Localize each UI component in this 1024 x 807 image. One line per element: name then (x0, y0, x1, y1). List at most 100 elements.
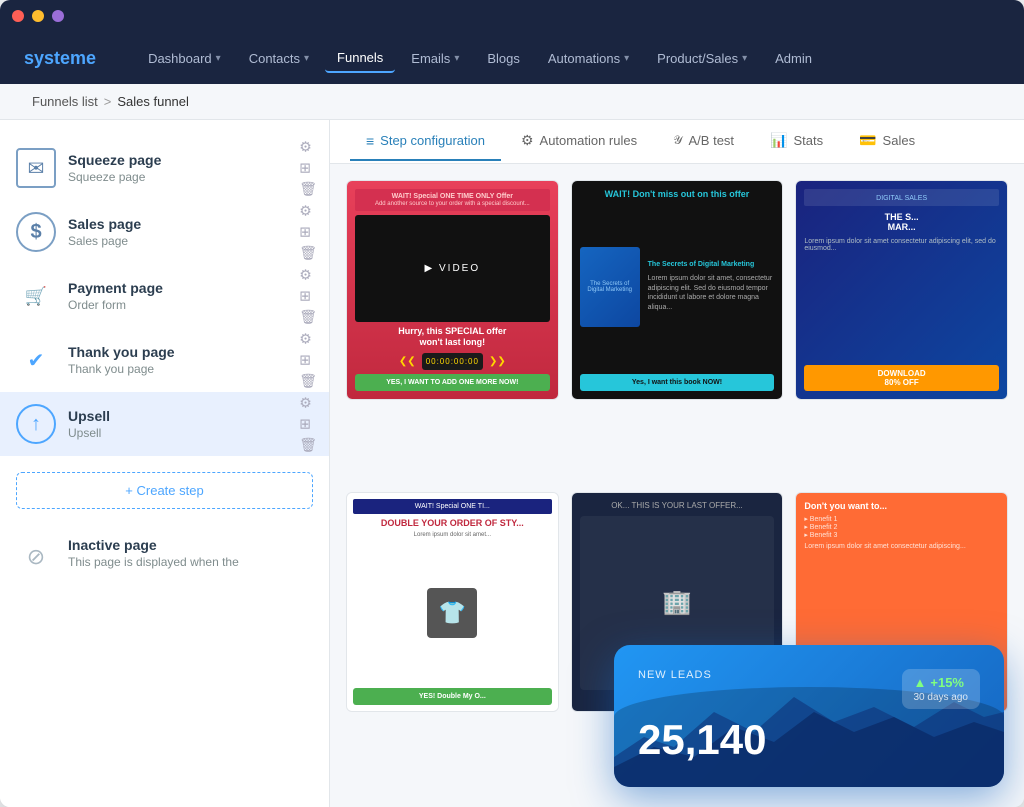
upsell-arrow-icon: ↑ (16, 404, 56, 444)
tmpl4-headline: DOUBLE YOUR ORDER OF STY... (353, 518, 552, 528)
trash-icon[interactable]: 🗑 (299, 373, 317, 390)
envelope-icon: ✉ (16, 148, 56, 188)
badge-timeframe: 30 days ago (914, 692, 969, 703)
sidebar-payment-title: Payment page (68, 280, 313, 296)
nav-contacts-label: Contacts (249, 51, 300, 66)
badge-percentage: +15% (930, 675, 964, 690)
trash-icon[interactable]: 🗑 (299, 245, 317, 262)
tmpl4-product-image: 👕 (427, 588, 477, 638)
tmpl4-header: WAIT! Special ONE TI... (353, 499, 552, 514)
sidebar-upsell-sub: Upsell (68, 426, 313, 440)
copy-icon[interactable]: ⊞ (299, 352, 317, 369)
sidebar-upsell-title: Upsell (68, 408, 313, 424)
template-card-3[interactable]: DIGITAL SALES THE S...MAR... Lorem ipsum… (795, 180, 1008, 400)
tmpl3-body: Lorem ipsum dolor sit amet consectetur a… (804, 238, 999, 359)
sidebar-sales-sub: Sales page (68, 234, 313, 248)
tab-step-config-label: Step configuration (380, 133, 485, 148)
template-card-1[interactable]: WAIT! Special ONE TIME ONLY Offer Add an… (346, 180, 559, 400)
breadcrumb-current: Sales funnel (117, 94, 189, 109)
navbar: systeme Dashboard ▾ Contacts ▾ Funnels E… (0, 32, 1024, 84)
ab-icon: 𝒴 (673, 133, 682, 148)
trash-icon[interactable]: 🗑 (299, 437, 317, 454)
tmpl2-body: The Secrets of Digital Marketing Lorem i… (648, 260, 775, 313)
copy-icon[interactable]: ⊞ (299, 224, 317, 241)
minimize-dot[interactable] (32, 10, 44, 22)
settings-icon[interactable]: ⚙ (299, 139, 317, 156)
tmpl2-book: The Secrets of Digital Marketing (580, 247, 640, 327)
tmpl3-headline: THE S...MAR... (804, 212, 999, 232)
trash-icon[interactable]: 🗑 (299, 309, 317, 326)
nav-admin-label: Admin (775, 51, 812, 66)
create-step-button[interactable]: + Create step (16, 472, 313, 509)
badge-arrow-icon: ▲ (914, 675, 927, 690)
nav-automations[interactable]: Automations ▾ (536, 45, 641, 72)
tmpl1-countdown: 00:00:00:00 (422, 353, 483, 370)
settings-icon[interactable]: ⚙ (299, 267, 317, 284)
card-value: 25,140 (638, 717, 980, 763)
tab-stats[interactable]: 📊 Stats (754, 122, 839, 161)
sidebar-item-sales[interactable]: $ Sales page Sales page ⚙ ⊞ 🗑 (0, 200, 329, 264)
inactive-icon: ⊘ (16, 537, 56, 577)
nav-contacts[interactable]: Contacts ▾ (237, 45, 321, 72)
nav-emails[interactable]: Emails ▾ (399, 45, 471, 72)
tab-automation-rules[interactable]: ⚙ Automation rules (505, 122, 653, 161)
nav-admin[interactable]: Admin (763, 45, 824, 72)
chevron-down-icon: ▾ (624, 53, 629, 64)
tmpl6-headline: Don't you want to... (804, 501, 999, 511)
trash-icon[interactable]: 🗑 (299, 181, 317, 198)
copy-icon[interactable]: ⊞ (299, 160, 317, 177)
close-dot[interactable] (12, 10, 24, 22)
sidebar-thankyou-sub: Thank you page (68, 362, 313, 376)
tab-step-configuration[interactable]: ≡ Step configuration (350, 123, 501, 161)
sidebar-item-upsell[interactable]: ↑ Upsell Upsell ⚙ ⊞ 🗑 (0, 392, 329, 456)
nav-automations-label: Automations (548, 51, 620, 66)
tmpl1-header: WAIT! Special ONE TIME ONLY Offer Add an… (355, 189, 550, 211)
nav-dashboard-label: Dashboard (148, 51, 212, 66)
chevron-down-icon: ▾ (454, 53, 459, 64)
tmpl1-cta: YES, I WANT TO ADD ONE MORE NOW! (355, 374, 550, 391)
expand-dot[interactable] (52, 10, 64, 22)
app-window: systeme Dashboard ▾ Contacts ▾ Funnels E… (0, 0, 1024, 807)
template-card-4[interactable]: WAIT! Special ONE TI... DOUBLE YOUR ORDE… (346, 492, 559, 712)
dollar-icon: $ (16, 212, 56, 252)
breadcrumb-separator: > (104, 94, 112, 109)
nav-funnels[interactable]: Funnels (325, 44, 395, 73)
tmpl3-label: DIGITAL SALES (876, 195, 927, 202)
sidebar-sales-title: Sales page (68, 216, 313, 232)
sidebar-squeeze-title: Squeeze page (68, 152, 313, 168)
sidebar-item-squeeze[interactable]: ✉ Squeeze page Squeeze page ⚙ ⊞ 🗑 (0, 136, 329, 200)
tab-ab-test[interactable]: 𝒴 A/B test (657, 123, 750, 160)
chevron-down-icon: ▾ (742, 53, 747, 64)
content-area: ≡ Step configuration ⚙ Automation rules … (330, 120, 1024, 807)
sidebar-item-payment[interactable]: 🛒 Payment page Order form ⚙ ⊞ 🗑 (0, 264, 329, 328)
copy-icon[interactable]: ⊞ (299, 416, 317, 433)
titlebar (0, 0, 1024, 32)
tabs-bar: ≡ Step configuration ⚙ Automation rules … (330, 120, 1024, 164)
tmpl2-cta: Yes, I want this book NOW! (580, 374, 775, 391)
nav-items: Dashboard ▾ Contacts ▾ Funnels Emails ▾ … (136, 44, 1000, 73)
nav-product-sales-label: Product/Sales (657, 51, 738, 66)
new-leads-card: NEW LEADS ▲ +15% 30 days ago 25,140 (614, 645, 1004, 787)
nav-dashboard[interactable]: Dashboard ▾ (136, 45, 233, 72)
sidebar-item-inactive[interactable]: ⊘ Inactive page This page is displayed w… (0, 525, 329, 589)
nav-emails-label: Emails (411, 51, 450, 66)
nav-product-sales[interactable]: Product/Sales ▾ (645, 45, 759, 72)
tab-stats-label: Stats (793, 133, 823, 148)
settings-icon[interactable]: ⚙ (299, 331, 317, 348)
gear-icon: ⚙ (521, 132, 534, 149)
card-label: NEW LEADS (638, 669, 712, 681)
sales-icon: 💳 (859, 132, 876, 149)
sidebar-item-thankyou[interactable]: ✔ Thank you page Thank you page ⚙ ⊞ 🗑 (0, 328, 329, 392)
settings-icon[interactable]: ⚙ (299, 203, 317, 220)
template-card-2[interactable]: WAIT! Don't miss out on this offer The S… (571, 180, 784, 400)
tmpl3-cta: DOWNLOAD80% OFF (804, 365, 999, 391)
sidebar-squeeze-sub: Squeeze page (68, 170, 313, 184)
nav-blogs[interactable]: Blogs (475, 45, 532, 72)
copy-icon[interactable]: ⊞ (299, 288, 317, 305)
list-icon: ≡ (366, 133, 374, 149)
tab-sales[interactable]: 💳 Sales (843, 122, 931, 161)
settings-icon[interactable]: ⚙ (299, 395, 317, 412)
brand-logo[interactable]: systeme (24, 48, 96, 69)
chart-icon: 📊 (770, 132, 787, 149)
breadcrumb-parent[interactable]: Funnels list (32, 94, 98, 109)
